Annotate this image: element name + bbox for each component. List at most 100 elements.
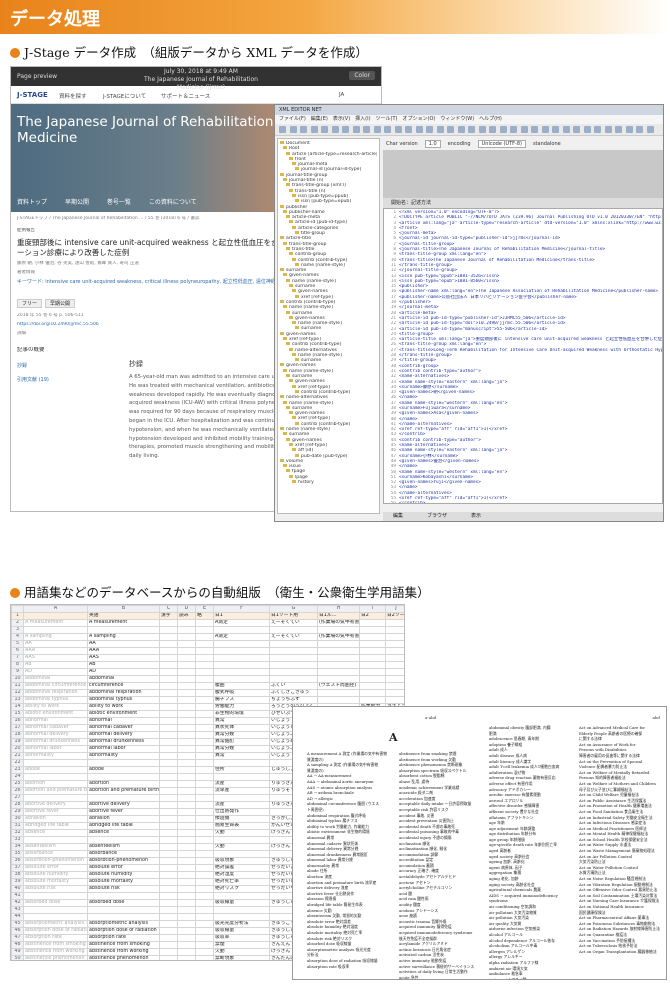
sheet-cell[interactable]: absolute risk — [87, 885, 160, 893]
row-number[interactable]: 34 — [11, 843, 24, 851]
toolbar-button-icon[interactable] — [594, 126, 601, 133]
xml-source-code[interactable]: 1 <?xml version="1.0" encoding="UTF-8"?> 2… — [383, 208, 663, 504]
sheet-cell[interactable]: absence — [87, 829, 160, 837]
toolbar-button-icon[interactable] — [352, 126, 360, 133]
toolbar-button-icon[interactable] — [405, 126, 412, 133]
sheet-cell[interactable] — [195, 906, 214, 914]
row-number[interactable]: 44 — [11, 913, 24, 921]
sheet-cell[interactable] — [23, 626, 88, 634]
sheet-cell[interactable] — [23, 906, 88, 914]
sheet-cell[interactable]: 腹囲 — [213, 682, 270, 690]
toolbar-button-icon[interactable] — [289, 126, 297, 133]
sheet-cell[interactable] — [213, 668, 270, 676]
sheet-cell[interactable]: abstinence from working — [87, 948, 160, 956]
sheet-cell[interactable] — [359, 619, 386, 627]
sheet-cell[interactable] — [159, 640, 178, 648]
column-header[interactable]: A — [23, 605, 88, 613]
sheet-cell[interactable]: 日1ソート用 — [269, 612, 318, 620]
sheet-cell[interactable]: abnormal cadaver — [23, 724, 88, 732]
sheet-cell[interactable] — [359, 626, 386, 634]
tab-issues[interactable]: 巻号一覧 — [107, 199, 131, 206]
sheet-cell[interactable]: 欠勤 — [213, 948, 270, 956]
sheet-cell[interactable]: AD — [23, 668, 88, 676]
sheet-cell[interactable]: absenteeism — [87, 843, 160, 851]
row-number[interactable]: 7 — [11, 654, 24, 662]
sheet-cell[interactable]: abiotic environment — [87, 710, 160, 718]
sheet-cell[interactable] — [195, 955, 214, 960]
side-link-abstract[interactable]: 抄録 — [17, 359, 49, 373]
sheet-cell[interactable] — [177, 801, 196, 809]
row-number[interactable]: 41 — [11, 892, 24, 900]
column-header[interactable]: G — [269, 605, 318, 613]
sheet-cell[interactable] — [195, 647, 214, 655]
row-number[interactable]: 32 — [11, 829, 24, 837]
row-number[interactable]: 49 — [11, 948, 24, 956]
sheet-cell[interactable]: abstinence phenomenon — [23, 955, 88, 960]
sheet-cell[interactable] — [159, 647, 178, 655]
toolbar-button-icon[interactable] — [426, 126, 433, 133]
sheet-cell[interactable] — [159, 745, 178, 753]
sheet-cell[interactable] — [177, 864, 196, 872]
sheet-cell[interactable]: ability to work — [23, 703, 88, 711]
toolbar-button-icon[interactable] — [541, 126, 549, 133]
sheet-cell[interactable] — [177, 745, 196, 753]
sheet-cell[interactable]: abortion and premature birth — [87, 787, 160, 795]
sheet-cell[interactable] — [195, 934, 214, 942]
sheet-cell[interactable] — [159, 899, 178, 907]
sheet-cell[interactable]: abrasion — [23, 815, 88, 823]
sheet-cell[interactable]: abdominal typhus — [87, 696, 160, 704]
sheet-cell[interactable] — [177, 696, 196, 704]
sheet-cell[interactable]: abrasion — [87, 815, 160, 823]
sheet-cell[interactable]: AA — [23, 640, 88, 648]
sheet-cell[interactable]: 腹式呼吸 — [213, 689, 270, 697]
sheet-cell[interactable] — [177, 773, 196, 781]
color-button[interactable]: Color — [349, 71, 375, 80]
sheet-cell[interactable]: ふくしきこきゅう — [269, 689, 318, 697]
sheet-cell[interactable] — [359, 696, 386, 704]
xml-menu-bar[interactable]: ファイル(F) 編集(E) 表示(V) 挿入(I) ツール(T) オプション(O… — [275, 115, 663, 124]
sheet-cell[interactable] — [159, 801, 178, 809]
sheet-cell[interactable] — [385, 661, 404, 669]
sheet-cell[interactable]: 非生物的環境 — [213, 710, 270, 718]
sheet-cell[interactable] — [195, 815, 214, 823]
sheet-cell[interactable]: A測定 — [213, 619, 270, 627]
sheet-cell[interactable]: absolute humidity — [87, 871, 160, 879]
sheet-cell[interactable] — [177, 703, 196, 711]
sheet-cell[interactable]: 擦過傷 — [213, 815, 270, 823]
row-number[interactable]: 48 — [11, 941, 24, 949]
sheet-cell[interactable]: abortion — [23, 780, 88, 788]
sheet-cell[interactable] — [385, 682, 404, 690]
row-number[interactable]: 24 — [11, 773, 24, 781]
sheet-cell[interactable] — [317, 661, 360, 669]
sheet-cell[interactable] — [159, 668, 178, 676]
row-number[interactable]: 20 — [11, 745, 24, 753]
sheet-cell[interactable] — [385, 689, 404, 697]
sheet-cell[interactable] — [87, 892, 160, 900]
toolbar-button-icon[interactable] — [478, 126, 486, 133]
sheet-cell[interactable] — [177, 850, 196, 858]
sheet-cell[interactable] — [159, 885, 178, 893]
sheet-cell[interactable]: absorbtion-phenomenon — [87, 857, 160, 865]
row-number[interactable]: 19 — [11, 738, 24, 746]
sheet-cell[interactable] — [177, 647, 196, 655]
sheet-cell[interactable] — [159, 920, 178, 928]
sheet-cell[interactable] — [159, 934, 178, 942]
sheet-cell[interactable]: absorption dose of radiation — [23, 927, 88, 935]
sheet-cell[interactable]: absorptiometric analysis — [87, 920, 160, 928]
sheet-cell[interactable] — [317, 689, 360, 697]
sheet-cell[interactable] — [159, 864, 178, 872]
sheet-cell[interactable]: AB — [87, 661, 160, 669]
sheet-cell[interactable] — [159, 752, 178, 760]
sheet-cell[interactable]: abode — [87, 766, 160, 774]
tab-view[interactable]: 表示 — [471, 513, 481, 519]
sheet-cell[interactable]: 絶対誤差 — [213, 864, 270, 872]
sheet-cell[interactable]: 禁煙 — [213, 941, 270, 949]
sheet-cell[interactable]: absorbance — [23, 850, 88, 858]
sheet-cell[interactable] — [159, 738, 178, 746]
sheet-cell[interactable] — [359, 647, 386, 655]
row-number[interactable]: 4 — [11, 633, 24, 641]
sheet-cell[interactable]: 流産 — [213, 801, 270, 809]
sheet-cell[interactable] — [213, 647, 270, 655]
sheet-cell[interactable] — [87, 626, 160, 634]
toolbar-button-icon[interactable] — [552, 126, 559, 133]
